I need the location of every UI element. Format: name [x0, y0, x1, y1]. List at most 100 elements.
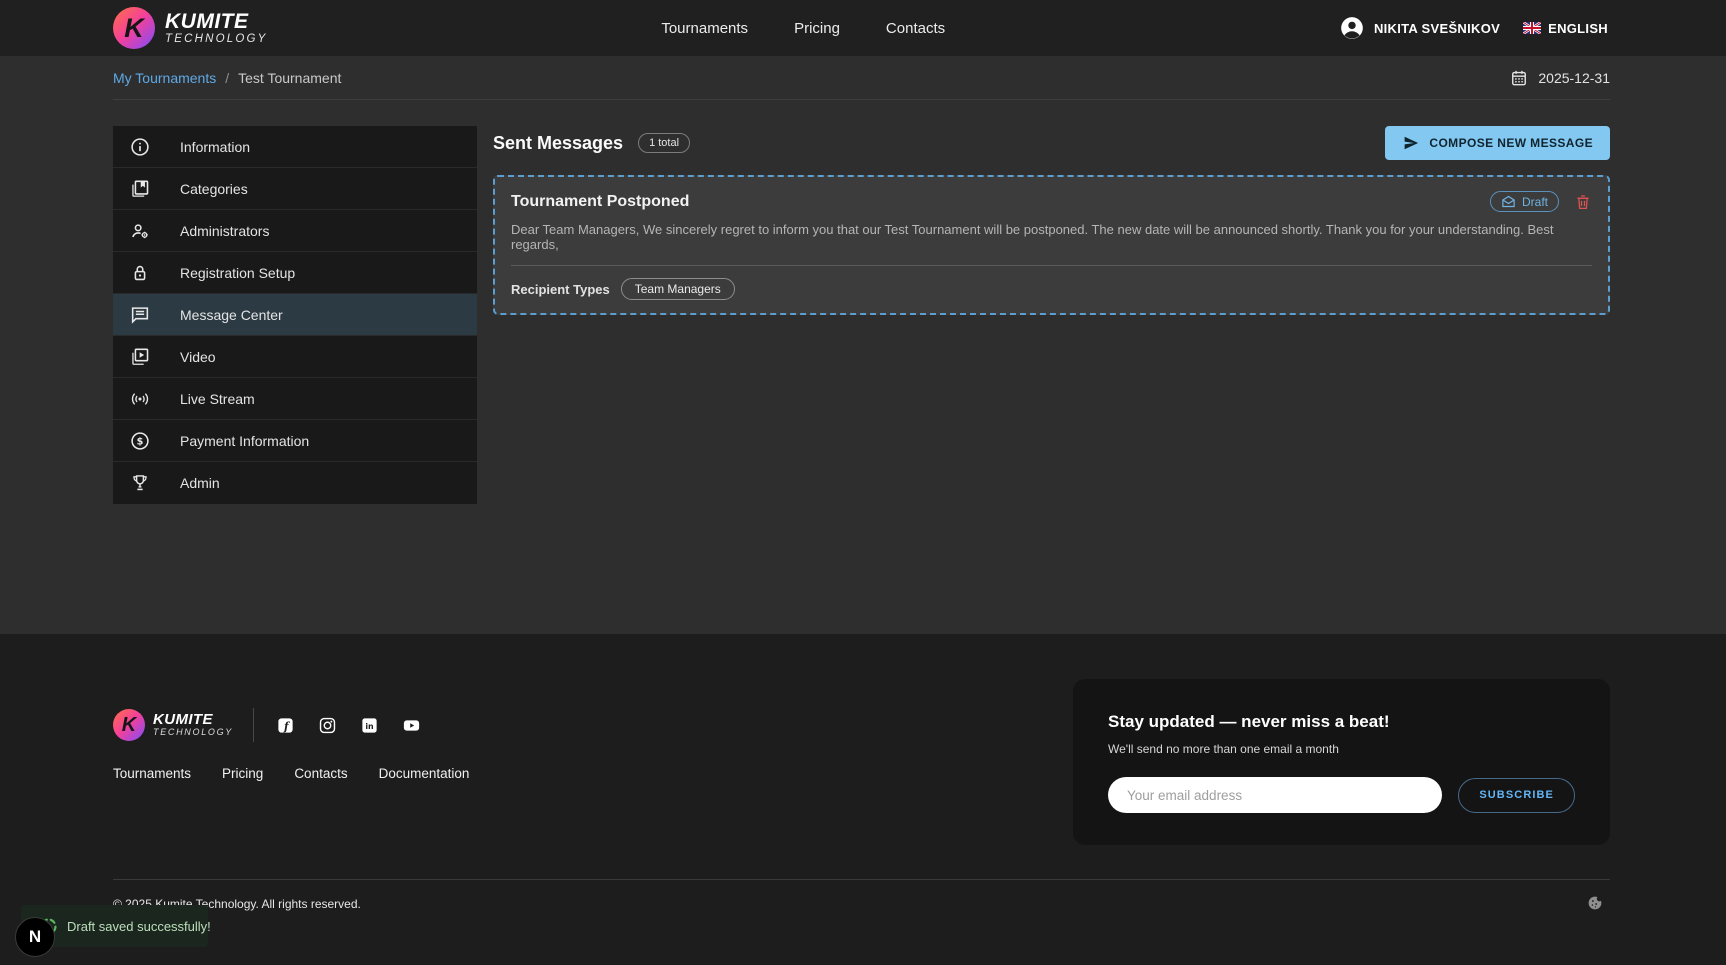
info-icon — [129, 136, 151, 158]
newsletter-box: Stay updated — never miss a beat! We'll … — [1073, 679, 1610, 845]
subscribe-button[interactable]: SUBSCRIBE — [1458, 778, 1575, 813]
sidebar-item-label: Registration Setup — [180, 265, 295, 281]
recipient-types-label: Recipient Types — [511, 282, 610, 297]
cookie-settings-icon[interactable] — [1586, 894, 1604, 912]
draft-status-badge: Draft — [1490, 191, 1559, 212]
sidebar-item-label: Message Center — [180, 307, 283, 323]
footer-vertical-divider — [253, 708, 254, 742]
sidebar-item-label: Information — [180, 139, 250, 155]
message-card-header: Tournament Postponed Draft — [511, 191, 1592, 212]
facebook-icon[interactable]: f — [276, 716, 295, 735]
newsletter-title: Stay updated — never miss a beat! — [1108, 712, 1575, 732]
newsletter-subtitle: We'll send no more than one email a mont… — [1108, 742, 1575, 756]
draft-message-card[interactable]: Tournament Postponed Draft Dear Team Man… — [493, 175, 1610, 315]
nav-link-contacts[interactable]: Contacts — [886, 20, 945, 37]
delete-message-button[interactable] — [1574, 193, 1592, 211]
uk-flag-icon — [1523, 22, 1541, 34]
date-value: 2025-12-31 — [1538, 70, 1610, 86]
breadcrumb-current: Test Tournament — [238, 70, 341, 86]
brand-k-letter: K — [124, 13, 144, 44]
breadcrumb-separator: / — [225, 70, 229, 86]
draft-status-label: Draft — [1522, 195, 1548, 209]
trash-icon — [1574, 193, 1592, 211]
sidebar-item-administrators[interactable]: Administrators — [113, 210, 477, 252]
tournament-sidebar: Information Categories Administrators Re… — [113, 126, 477, 504]
footer-divider — [113, 879, 1610, 880]
email-input[interactable] — [1108, 777, 1442, 813]
content-area: Information Categories Administrators Re… — [0, 100, 1726, 634]
breadcrumb-parent-link[interactable]: My Tournaments — [113, 70, 216, 86]
sidebar-item-message-center[interactable]: Message Center — [113, 294, 477, 336]
recipient-chip: Team Managers — [621, 278, 735, 300]
sidebar-item-live-stream[interactable]: Live Stream — [113, 378, 477, 420]
message-title: Tournament Postponed — [511, 193, 689, 211]
footer-link-pricing[interactable]: Pricing — [222, 766, 263, 781]
recipient-row: Recipient Types Team Managers — [511, 278, 1592, 300]
sidebar-item-label: Video — [180, 349, 216, 365]
chat-icon — [129, 304, 151, 326]
dollar-circle-icon: $ — [129, 430, 151, 452]
brand-logo-icon: K — [113, 7, 155, 49]
manage-accounts-icon — [129, 220, 151, 242]
card-divider — [511, 265, 1592, 266]
sidebar-item-label: Admin — [180, 475, 220, 491]
send-icon — [1402, 134, 1420, 152]
compose-button-label: COMPOSE NEW MESSAGE — [1429, 136, 1593, 150]
message-body: Dear Team Managers, We sincerely regret … — [511, 222, 1592, 252]
nav-link-pricing[interactable]: Pricing — [794, 20, 840, 37]
footer-link-contacts[interactable]: Contacts — [294, 766, 347, 781]
message-center-panel: Sent Messages 1 total COMPOSE NEW MESSAG… — [493, 126, 1610, 634]
account-circle-icon[interactable] — [1339, 15, 1365, 41]
linkedin-icon[interactable]: in — [360, 716, 379, 735]
top-navbar: K KUMITE TECHNOLOGY Tournaments Pricing … — [0, 0, 1726, 56]
message-count-badge: 1 total — [638, 133, 690, 153]
dev-badge-letter: N — [29, 927, 41, 947]
footer-brand-tagline: TECHNOLOGY — [153, 728, 233, 737]
sidebar-item-label: Payment Information — [180, 433, 309, 449]
bookmarks-icon — [129, 178, 151, 200]
trophy-icon — [129, 472, 151, 494]
brand-tagline: TECHNOLOGY — [165, 33, 268, 45]
sidebar-item-admin[interactable]: Admin — [113, 462, 477, 504]
sidebar-item-label: Live Stream — [180, 391, 255, 407]
page-title: Sent Messages — [493, 133, 623, 154]
lock-icon — [129, 262, 151, 284]
social-links: f in — [276, 716, 421, 735]
language-selector[interactable]: ENGLISH — [1523, 21, 1608, 36]
newsletter-form: SUBSCRIBE — [1108, 777, 1575, 813]
sidebar-item-registration-setup[interactable]: Registration Setup — [113, 252, 477, 294]
language-label: ENGLISH — [1548, 21, 1608, 36]
compose-new-message-button[interactable]: COMPOSE NEW MESSAGE — [1385, 126, 1610, 160]
app-root: K KUMITE TECHNOLOGY Tournaments Pricing … — [0, 0, 1726, 965]
sidebar-item-payment-information[interactable]: $ Payment Information — [113, 420, 477, 462]
copyright-text: © 2025 Kumite Technology. All rights res… — [113, 897, 1610, 911]
toast-message: Draft saved successfully! — [67, 919, 211, 934]
footer-brand-logo-icon[interactable]: K — [113, 709, 145, 741]
footer-brand-text: KUMITE TECHNOLOGY — [153, 712, 233, 737]
main-header: Sent Messages 1 total COMPOSE NEW MESSAG… — [493, 126, 1610, 160]
brand-logo[interactable]: K KUMITE TECHNOLOGY — [113, 7, 268, 49]
draft-envelope-icon — [1501, 194, 1516, 209]
footer-brand-name: KUMITE — [153, 712, 233, 728]
user-name[interactable]: NIKITA SVEŠNIKOV — [1374, 21, 1500, 36]
youtube-icon[interactable] — [402, 716, 421, 735]
breadcrumb: My Tournaments / Test Tournament — [113, 70, 341, 86]
sidebar-item-categories[interactable]: Categories — [113, 168, 477, 210]
video-library-icon — [129, 346, 151, 368]
instagram-icon[interactable] — [318, 716, 337, 735]
sidebar-item-information[interactable]: Information — [113, 126, 477, 168]
dev-tools-badge[interactable]: N — [15, 917, 55, 957]
brand-k-letter: K — [122, 714, 136, 737]
sidebar-item-label: Categories — [180, 181, 248, 197]
nav-link-tournaments[interactable]: Tournaments — [661, 20, 748, 37]
calendar-icon — [1509, 68, 1529, 88]
footer-link-documentation[interactable]: Documentation — [379, 766, 470, 781]
svg-text:$: $ — [137, 436, 144, 447]
brand-name: KUMITE — [165, 11, 268, 33]
footer-left: K KUMITE TECHNOLOGY f in — [113, 708, 469, 781]
svg-text:in: in — [365, 721, 374, 730]
footer-link-tournaments[interactable]: Tournaments — [113, 766, 191, 781]
sidebar-item-video[interactable]: Video — [113, 336, 477, 378]
sidebar-item-label: Administrators — [180, 223, 269, 239]
user-area: NIKITA SVEŠNIKOV ENGLISH — [1339, 15, 1608, 41]
